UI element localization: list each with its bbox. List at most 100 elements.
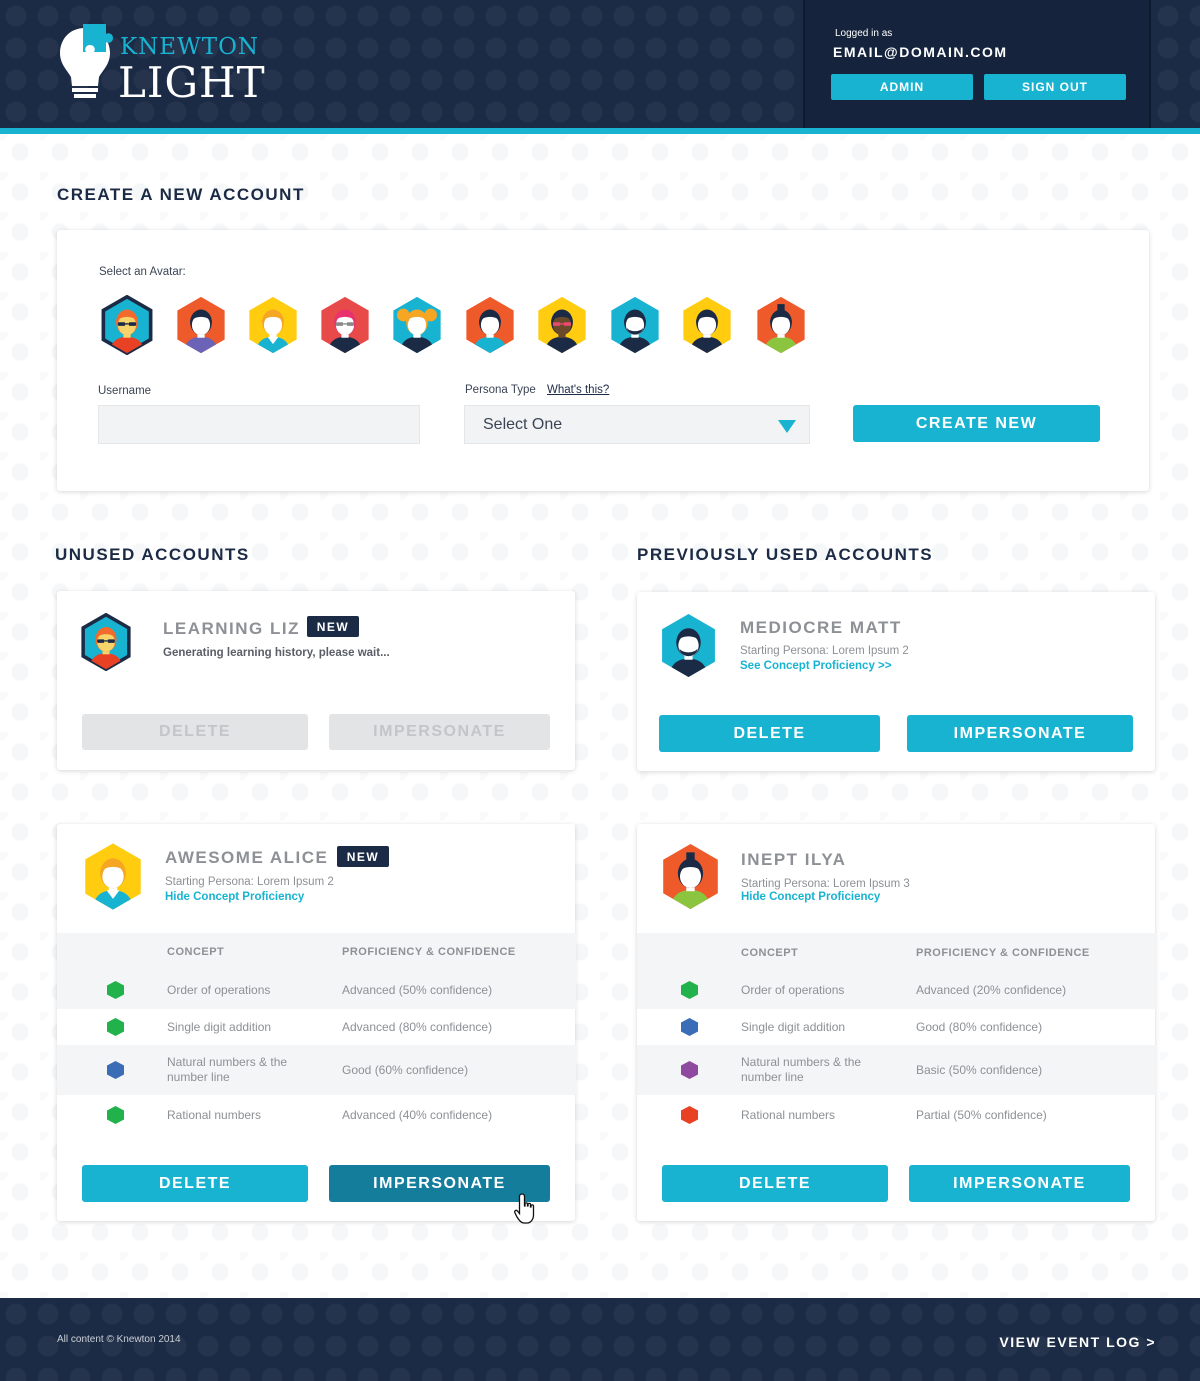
user-panel: Logged in as EMAIL@DOMAIN.COM ADMIN SIGN… bbox=[803, 0, 1151, 128]
account-card-liz: LEARNING LIZ NEW Generating learning his… bbox=[57, 591, 575, 770]
table-row: Rational numbers Advanced (40% confidence… bbox=[57, 1095, 576, 1135]
avatar-option-long-hair-icon[interactable] bbox=[462, 295, 518, 355]
avatar-option-dark-hair-icon[interactable] bbox=[173, 295, 229, 355]
concept-cell: Natural numbers & the number line bbox=[167, 1055, 287, 1085]
proficiency-hexagon-icon bbox=[681, 1061, 698, 1079]
concept-line-1: Natural numbers & the bbox=[741, 1055, 862, 1069]
table-row: Order of operations Advanced (20% confide… bbox=[637, 971, 1156, 1009]
avatar-option-blonde-icon[interactable] bbox=[245, 295, 301, 355]
hand-cursor-icon bbox=[514, 1193, 535, 1224]
column-header-concept: CONCEPT bbox=[741, 947, 799, 959]
table-header: CONCEPT PROFICIENCY & CONFIDENCE bbox=[57, 933, 576, 971]
create-account-title: CREATE A NEW ACCOUNT bbox=[57, 185, 305, 204]
account-name: LEARNING LIZ bbox=[163, 619, 300, 638]
whats-this-link[interactable]: What's this? bbox=[547, 384, 609, 396]
proficiency-cell: Advanced (50% confidence) bbox=[342, 983, 493, 997]
avatar-matt bbox=[658, 611, 719, 680]
username-label: Username bbox=[98, 385, 152, 397]
starting-persona: Starting Persona: Lorem Ipsum 3 bbox=[741, 878, 910, 890]
account-name: AWESOME ALICE bbox=[165, 848, 329, 867]
concept-cell: Rational numbers bbox=[741, 1108, 836, 1122]
concept-cell: Rational numbers bbox=[167, 1108, 262, 1122]
delete-button[interactable]: DELETE bbox=[82, 714, 308, 750]
hide-concept-proficiency-link[interactable]: Hide Concept Proficiency bbox=[741, 891, 880, 903]
persona-type-label: Persona Type bbox=[465, 384, 536, 396]
proficiency-table: CONCEPT PROFICIENCY & CONFIDENCE Order o… bbox=[637, 933, 1156, 1135]
concept-cell: Single digit addition bbox=[167, 1020, 272, 1034]
account-card-ilya: INEPT ILYA Starting Persona: Lorem Ipsum… bbox=[637, 824, 1156, 1221]
avatar-option-mohawk-icon[interactable] bbox=[753, 295, 809, 355]
proficiency-cell: Basic (50% confidence) bbox=[916, 1063, 1043, 1077]
avatar-label: Select an Avatar: bbox=[99, 266, 186, 278]
proficiency-hexagon-icon bbox=[681, 1106, 698, 1124]
logged-in-label: Logged in as bbox=[835, 28, 893, 39]
copyright-text: All content © Knewton 2014 bbox=[57, 1334, 181, 1345]
avatar-ilya bbox=[659, 841, 722, 912]
table-row: Rational numbers Partial (50% confidence) bbox=[637, 1095, 1156, 1135]
proficiency-hexagon-icon bbox=[107, 1018, 124, 1036]
impersonate-button[interactable]: IMPERSONATE bbox=[329, 714, 550, 750]
delete-button[interactable]: DELETE bbox=[659, 715, 880, 752]
proficiency-hexagon-icon bbox=[107, 1061, 124, 1079]
concept-line-1: Natural numbers & the bbox=[167, 1055, 288, 1069]
avatar-liz bbox=[79, 613, 133, 671]
table-row: Single digit addition Advanced (80% confi… bbox=[57, 1009, 576, 1045]
knewton-logo[interactable]: KNEWTON LIGHT bbox=[56, 22, 266, 107]
avatar-option-pink-hair-icon[interactable] bbox=[317, 295, 373, 355]
footer: All content © Knewton 2014 VIEW EVENT LO… bbox=[0, 1298, 1200, 1381]
header-accent-stripe bbox=[0, 128, 1200, 134]
proficiency-cell: Advanced (20% confidence) bbox=[916, 983, 1067, 997]
lightbulb-puzzle-icon bbox=[60, 24, 113, 98]
impersonate-button[interactable]: IMPERSONATE bbox=[909, 1165, 1130, 1202]
concept-cell: Single digit addition bbox=[741, 1020, 846, 1034]
column-header-proficiency: PROFICIENCY & CONFIDENCE bbox=[342, 946, 516, 958]
concept-cell: Natural numbers & the number line bbox=[741, 1055, 861, 1085]
starting-persona: Starting Persona: Lorem Ipsum 2 bbox=[165, 876, 334, 888]
avatar-option-redhead-sunglasses-icon[interactable] bbox=[99, 295, 155, 355]
concept-cell: Order of operations bbox=[741, 983, 845, 997]
account-status: Generating learning history, please wait… bbox=[163, 647, 390, 659]
proficiency-cell: Advanced (80% confidence) bbox=[342, 1020, 493, 1034]
account-name: MEDIOCRE MATT bbox=[740, 618, 902, 637]
column-header-concept: CONCEPT bbox=[167, 946, 225, 958]
user-email: EMAIL@DOMAIN.COM bbox=[833, 44, 1008, 60]
impersonate-button[interactable]: IMPERSONATE bbox=[907, 715, 1133, 752]
avatar-option-bearded-icon[interactable] bbox=[607, 295, 663, 355]
hide-concept-proficiency-link[interactable]: Hide Concept Proficiency bbox=[165, 891, 304, 903]
proficiency-cell: Partial (50% confidence) bbox=[916, 1108, 1047, 1122]
proficiency-hexagon-icon bbox=[681, 1018, 698, 1036]
delete-button[interactable]: DELETE bbox=[662, 1165, 888, 1202]
sign-out-button[interactable]: SIGN OUT bbox=[984, 74, 1126, 100]
delete-button[interactable]: DELETE bbox=[82, 1165, 308, 1202]
logo-text-bottom: LIGHT bbox=[118, 58, 266, 107]
create-account-card: Select an Avatar: Username Persona Type … bbox=[57, 230, 1149, 491]
table-header: CONCEPT PROFICIENCY & CONFIDENCE bbox=[637, 933, 1156, 971]
admin-button[interactable]: ADMIN bbox=[831, 74, 973, 100]
concept-cell: Order of operations bbox=[167, 983, 271, 997]
avatar-alice bbox=[81, 841, 145, 912]
create-new-button[interactable]: CREATE NEW bbox=[853, 405, 1100, 442]
account-card-alice: AWESOME ALICE NEW Starting Persona: Lore… bbox=[57, 824, 576, 1221]
view-event-log-link[interactable]: VIEW EVENT LOG > bbox=[999, 1334, 1156, 1350]
username-input[interactable] bbox=[98, 405, 420, 444]
table-row: Order of operations Advanced (50% confide… bbox=[57, 971, 576, 1009]
avatar-option-short-hair-icon[interactable] bbox=[679, 295, 735, 355]
new-badge: NEW bbox=[337, 846, 389, 867]
chevron-down-icon bbox=[778, 420, 796, 433]
logo-text-top: KNEWTON bbox=[120, 34, 260, 60]
proficiency-table: CONCEPT PROFICIENCY & CONFIDENCE Order o… bbox=[57, 933, 576, 1135]
persona-type-select[interactable]: Select One bbox=[464, 405, 810, 444]
header: KNEWTON LIGHT Logged in as EMAIL@DOMAIN.… bbox=[0, 0, 1200, 128]
proficiency-hexagon-icon bbox=[107, 981, 124, 999]
avatar-option-pigtails-icon[interactable] bbox=[389, 295, 445, 355]
column-header-proficiency: PROFICIENCY & CONFIDENCE bbox=[916, 947, 1090, 959]
concept-line-2: number line bbox=[167, 1070, 230, 1084]
avatar-option-curly-hair-icon[interactable] bbox=[534, 295, 590, 355]
proficiency-cell: Advanced (40% confidence) bbox=[342, 1108, 493, 1122]
proficiency-cell: Good (80% confidence) bbox=[916, 1020, 1043, 1034]
account-name: INEPT ILYA bbox=[741, 850, 847, 869]
see-concept-proficiency-link[interactable]: See Concept Proficiency >> bbox=[740, 660, 891, 672]
proficiency-cell: Good (60% confidence) bbox=[342, 1063, 469, 1077]
unused-accounts-title: UNUSED ACCOUNTS bbox=[55, 545, 250, 564]
starting-persona: Starting Persona: Lorem Ipsum 2 bbox=[740, 645, 909, 657]
